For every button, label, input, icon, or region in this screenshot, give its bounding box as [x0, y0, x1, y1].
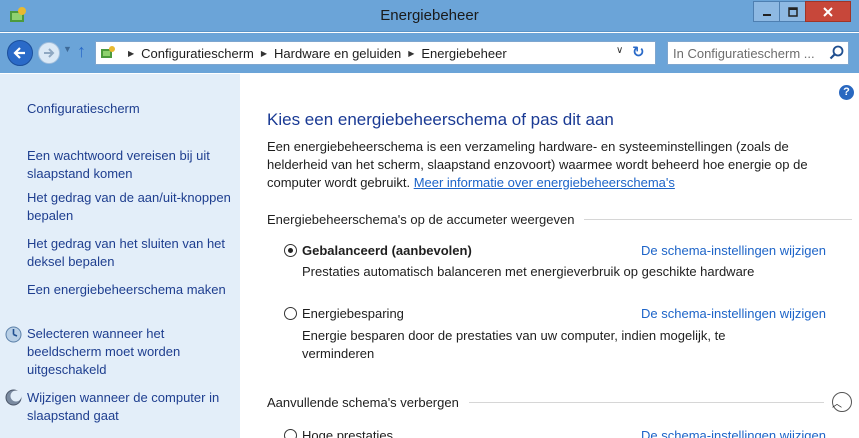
address-toolbar: ▼ ↑ ▶ Configuratiescherm ▶ Hardware en g… [0, 33, 859, 73]
recent-locations-button[interactable]: ▼ [63, 44, 72, 54]
section-title[interactable]: Aanvullende schema's verbergen [267, 395, 459, 410]
address-field[interactable]: ▶ Configuratiescherm ▶ Hardware en gelui… [95, 41, 656, 65]
change-plan-settings-link[interactable]: De schema-instellingen wijzigen [641, 243, 826, 258]
section-battery-plans: Energiebeheerschema's op de accumeter we… [267, 212, 852, 227]
main-content: ? Kies een energiebeheerschema of pas di… [240, 74, 859, 438]
maximize-icon [787, 6, 798, 17]
sleep-moon-icon [5, 389, 22, 406]
section-title: Energiebeheerschema's op de accumeter we… [267, 212, 575, 227]
up-button[interactable]: ↑ [77, 41, 86, 62]
title-bar[interactable]: Energiebeheer [0, 0, 859, 32]
chevron-right-icon[interactable]: ▶ [128, 49, 134, 58]
chevron-up-icon: ︿ [832, 398, 842, 410]
sidebar: Configuratiescherm Een wachtwoord vereis… [0, 74, 240, 438]
plan-name[interactable]: Hoge prestaties [302, 428, 393, 438]
section-additional-plans: Aanvullende schema's verbergen ︿ [267, 392, 852, 412]
divider [468, 401, 824, 403]
plan-radio-power-saver[interactable] [284, 307, 297, 320]
breadcrumb-item[interactable]: Hardware en geluiden [274, 46, 401, 61]
minimize-button[interactable] [753, 1, 779, 22]
close-icon [823, 6, 833, 17]
search-box[interactable] [667, 41, 849, 65]
maximize-button[interactable] [779, 1, 805, 22]
sidebar-home-link[interactable]: Configuratiescherm [27, 100, 237, 118]
plan-name[interactable]: Gebalanceerd (aanbevolen) [302, 243, 472, 258]
arrow-up-icon: ↑ [77, 41, 86, 61]
plan-description: Energie besparen door de prestaties van … [302, 328, 726, 361]
plan-row-power-saver: Energiebesparing De schema-instellingen … [284, 305, 844, 323]
back-button[interactable] [7, 40, 33, 66]
breadcrumb-item[interactable]: Configuratiescherm [141, 46, 254, 61]
collapse-button[interactable]: ︿ [832, 392, 852, 412]
intro-paragraph: Een energiebeheerschema is een verzameli… [267, 138, 849, 192]
minimize-icon [762, 13, 771, 16]
plan-radio-balanced[interactable] [284, 244, 297, 257]
control-panel-icon [101, 46, 115, 58]
chevron-down-icon: ▼ [63, 44, 72, 54]
search-input[interactable] [673, 45, 823, 61]
more-info-link[interactable]: Meer informatie over energiebeheerschema… [414, 175, 675, 190]
help-icon[interactable]: ? [839, 85, 854, 100]
close-button[interactable] [805, 1, 851, 22]
breadcrumb: ▶ Configuratiescherm ▶ Hardware en gelui… [121, 46, 507, 61]
chevron-right-icon[interactable]: ▶ [408, 49, 414, 58]
search-icon[interactable] [829, 45, 844, 60]
sidebar-link-require-password[interactable]: Een wachtwoord vereisen bij uit slaapsta… [27, 147, 237, 183]
chevron-down-icon: ∨ [616, 45, 624, 56]
refresh-icon: ↻ [632, 44, 645, 61]
address-dropdown-button[interactable]: ∨ [616, 45, 623, 56]
page-title: Kies een energiebeheerschema of pas dit … [267, 110, 614, 129]
arrow-right-icon [44, 48, 55, 58]
chevron-right-icon[interactable]: ▶ [261, 49, 267, 58]
sidebar-link-display-off[interactable]: Selecteren wanneer het beeldscherm moet … [27, 325, 237, 379]
sidebar-link-sleep[interactable]: Wijzigen wanneer de computer in slaapsta… [27, 389, 237, 425]
plan-row-balanced: Gebalanceerd (aanbevolen) De schema-inst… [284, 242, 844, 260]
breadcrumb-item[interactable]: Energiebeheer [421, 46, 506, 61]
forward-button[interactable] [38, 42, 60, 64]
sidebar-link-power-buttons[interactable]: Het gedrag van de aan/uit-knoppen bepale… [27, 189, 237, 225]
plan-description: Prestaties automatisch balanceren met en… [302, 264, 755, 279]
change-plan-settings-link[interactable]: De schema-instellingen wijzigen [641, 428, 826, 438]
divider [584, 219, 852, 220]
plan-radio-high-performance[interactable] [284, 429, 297, 438]
refresh-button[interactable]: ↻ [632, 43, 645, 61]
plan-name[interactable]: Energiebesparing [302, 306, 404, 321]
display-power-icon [5, 326, 22, 343]
arrow-left-icon [13, 47, 25, 59]
change-plan-settings-link[interactable]: De schema-instellingen wijzigen [641, 306, 826, 321]
sidebar-link-create-plan[interactable]: Een energiebeheerschema maken [27, 281, 237, 299]
window-title: Energiebeheer [380, 7, 479, 24]
sidebar-link-lid-close[interactable]: Het gedrag van het sluiten van het dekse… [27, 235, 237, 271]
plan-row-high-performance: Hoge prestaties De schema-instellingen w… [284, 427, 844, 438]
